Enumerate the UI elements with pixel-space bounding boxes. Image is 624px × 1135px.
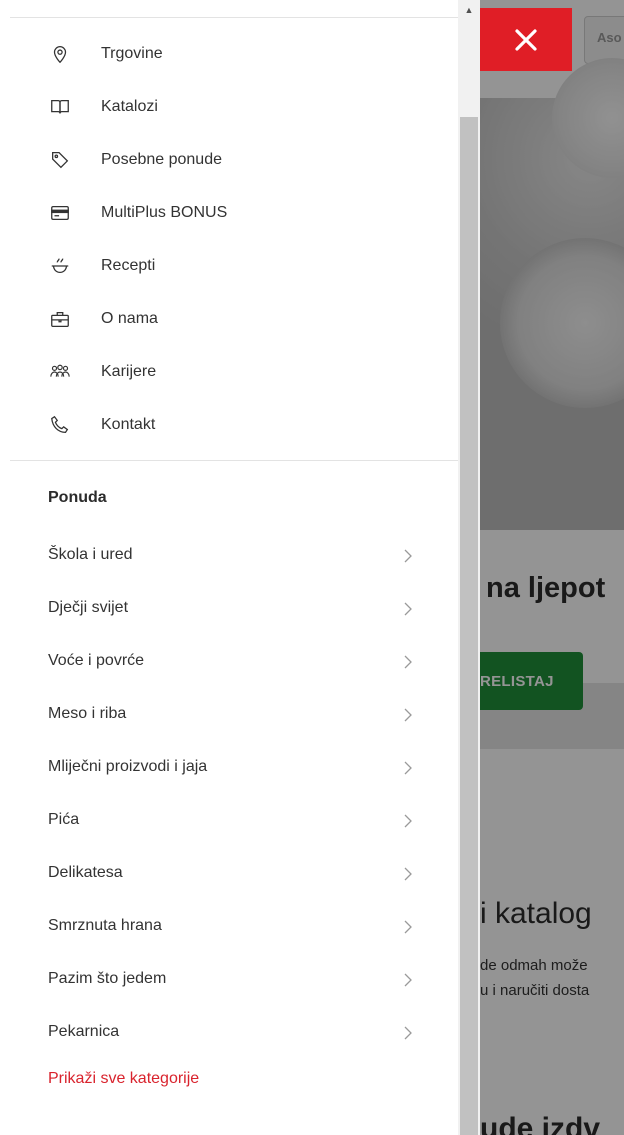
category-item[interactable]: Meso i riba [0,695,458,735]
menu-item-label: Katalozi [101,98,158,115]
chevron-right-icon [400,971,416,989]
catalog-heading: i katalog [480,897,592,930]
category-item[interactable]: Pekarnica [0,1013,458,1053]
background-page: Aso na ljepot RELISTAJ i katalog de odma… [480,0,624,1135]
menu-item-label: Karijere [101,363,157,380]
chevron-right-icon [400,706,416,724]
location-pin-icon [48,42,72,66]
show-all-categories-link[interactable]: Prikaži sve kategorije [48,1070,199,1088]
menu-item-label: Trgovine [101,45,163,62]
menu-item-label: MultiPlus BONUS [101,204,228,221]
category-label: Pekarnica [48,1023,120,1040]
cooking-pot-icon [48,254,72,278]
catalog-text-line: u i naručiti dosta [480,982,590,999]
chevron-right-icon [400,653,416,671]
category-label: Pića [48,811,80,828]
hero-image [480,58,624,530]
category-label: Smrznuta hrana [48,917,162,934]
menu-item-karijere[interactable]: Karijere [0,352,458,392]
category-item[interactable]: Dječji svijet [0,589,458,629]
category-item[interactable]: Delikatesa [0,854,458,894]
phone-icon [48,413,72,437]
divider [10,17,458,18]
category-label: Škola i ured [48,546,133,563]
category-label: Mliječni proizvodi i jaja [48,758,208,775]
category-item[interactable]: Pazim što jedem [0,960,458,1000]
menu-item-recepti[interactable]: Recepti [0,246,458,286]
chevron-right-icon [400,600,416,618]
briefcase-icon [48,307,72,331]
menu-item-o-nama[interactable]: O nama [0,299,458,339]
category-item[interactable]: Mliječni proizvodi i jaja [0,748,458,788]
open-book-icon [48,95,72,119]
category-label: Meso i riba [48,705,127,722]
card-icon [48,201,72,225]
salt-bowl-image [500,238,624,408]
search-input[interactable]: Aso [584,16,624,64]
hero-heading: na ljepot [486,572,606,604]
chevron-right-icon [400,865,416,883]
menu-item-label: Recepti [101,257,156,274]
category-item[interactable]: Voće i povrće [0,642,458,682]
close-icon [515,28,537,51]
chevron-right-icon [400,812,416,830]
category-item[interactable]: Smrznuta hrana [0,907,458,947]
people-icon [48,360,72,384]
category-label: Delikatesa [48,864,123,881]
close-menu-button[interactable] [480,8,572,71]
category-item[interactable]: Škola i ured [0,536,458,576]
menu-item-label: O nama [101,310,158,327]
tag-icon [48,148,72,172]
browse-catalog-button[interactable]: RELISTAJ [480,652,583,710]
chevron-right-icon [400,1024,416,1042]
menu-item-posebne-ponude[interactable]: Posebne ponude [0,140,458,180]
scrollbar-thumb[interactable] [460,117,478,1135]
featured-heading: ude izdv [480,1112,601,1135]
scrollbar[interactable]: ▲ [458,0,480,1135]
category-label: Voće i povrće [48,652,145,669]
chevron-right-icon [400,547,416,565]
category-item[interactable]: Pića [0,801,458,841]
category-label: Dječji svijet [48,599,129,616]
chevron-right-icon [400,759,416,777]
divider [10,460,458,461]
scroll-up-arrow-icon[interactable]: ▲ [458,0,480,20]
category-label: Pazim što jedem [48,970,167,987]
chevron-right-icon [400,918,416,936]
menu-item-kontakt[interactable]: Kontakt [0,405,458,445]
menu-item-label: Posebne ponude [101,151,222,168]
catalog-text-line: de odmah može [480,957,588,974]
menu-item-trgovine[interactable]: Trgovine [0,34,458,74]
menu-item-label: Kontakt [101,416,156,433]
menu-item-katalozi[interactable]: Katalozi [0,87,458,127]
section-title-ponuda: Ponuda [48,489,107,506]
menu-item-multiplus-bonus[interactable]: MultiPlus BONUS [0,193,458,233]
side-menu: Trgovine Katalozi Posebne ponude MultiPl… [0,0,458,1135]
